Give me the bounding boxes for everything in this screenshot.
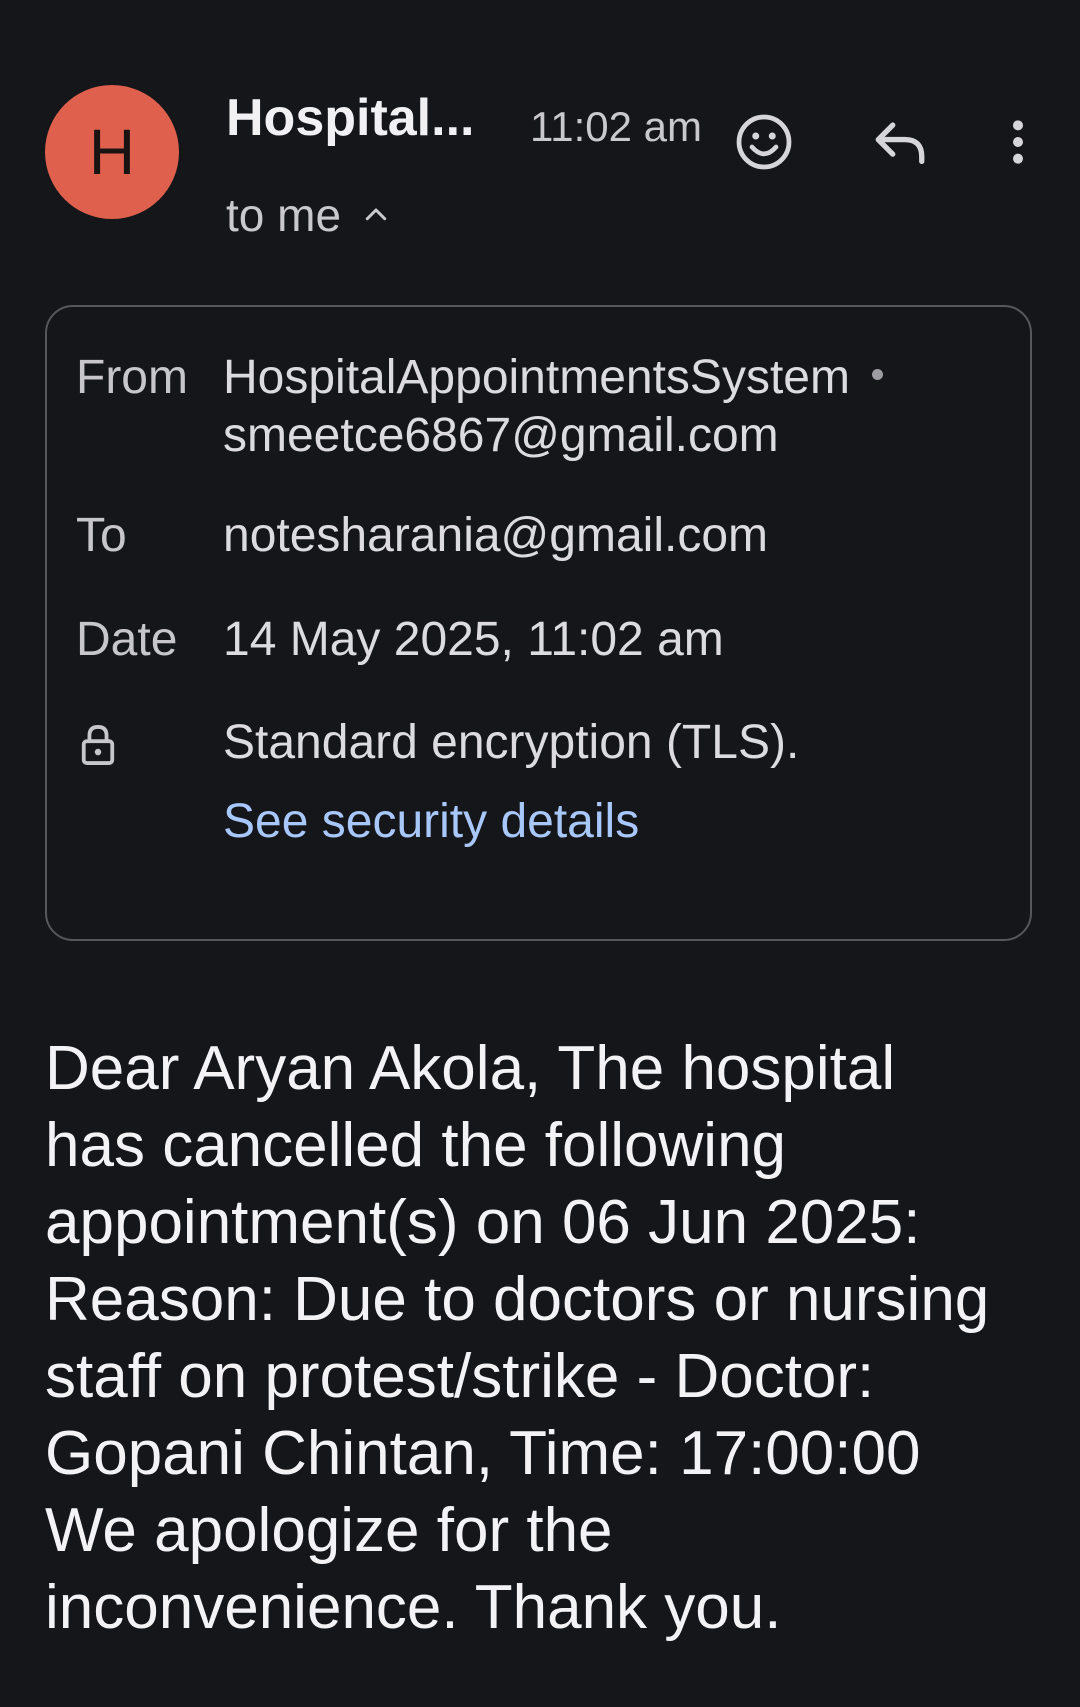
message-body: Dear Aryan Akola, The hospital has cance… — [45, 1030, 1055, 1646]
to-email[interactable]: notesharania@gmail.com — [223, 507, 768, 565]
message-line: Dear Aryan Akola, The hospital — [45, 1034, 896, 1103]
add-reaction-button[interactable] — [732, 110, 796, 174]
more-options-button[interactable] — [1002, 112, 1034, 172]
message-line: Gopani Chintan, Time: 17:00:00 — [45, 1419, 921, 1488]
separator-dot — [871, 368, 883, 380]
lock-icon — [81, 725, 115, 765]
reply-icon — [875, 122, 925, 164]
date-value: 14 May 2025, 11:02 am — [223, 613, 724, 666]
encryption-text: Standard encryption (TLS). — [223, 716, 800, 769]
message-line: appointment(s) on 06 Jun 2025: — [45, 1188, 921, 1257]
message-line: inconvenience. Thank you. — [45, 1573, 782, 1642]
message-line: Reason: Due to doctors or nursing — [45, 1265, 990, 1334]
message-line: staff on protest/strike - Doctor: — [45, 1342, 875, 1411]
received-time: 11:02 am — [530, 103, 702, 150]
emoji-smile-icon — [736, 114, 792, 170]
more-vertical-icon — [1013, 120, 1023, 164]
see-security-details-link[interactable]: See security details — [223, 793, 639, 851]
from-label: From — [76, 351, 188, 404]
from-name: HospitalAppointmentsSystem — [223, 351, 850, 404]
from-email[interactable]: smeetce6867@gmail.com — [223, 407, 779, 465]
message-details-panel: From HospitalAppointmentsSystem smeetce6… — [45, 305, 1032, 941]
recipient-toggle[interactable]: to me — [226, 188, 391, 242]
from-value: HospitalAppointmentsSystem — [223, 349, 883, 407]
message-line: has cancelled the following — [45, 1111, 787, 1180]
sender-name[interactable]: Hospital... — [226, 88, 474, 148]
avatar-letter: H — [88, 116, 136, 188]
lock-icon-wrap — [79, 722, 117, 782]
to-me-label: to me — [226, 189, 342, 241]
date-label: Date — [76, 613, 178, 666]
sender-avatar[interactable]: H — [45, 85, 179, 219]
reply-button[interactable] — [868, 112, 932, 172]
message-line: We apologize for the — [45, 1496, 613, 1565]
to-label: To — [76, 509, 127, 562]
chevron-up-icon — [365, 208, 387, 221]
